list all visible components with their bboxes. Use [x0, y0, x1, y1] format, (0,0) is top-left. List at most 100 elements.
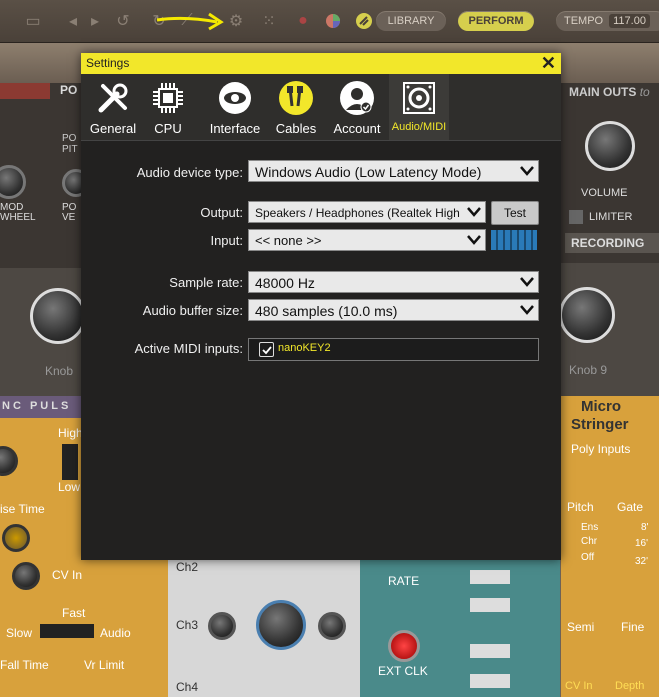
limiter-checkbox[interactable] — [569, 210, 583, 224]
micro-label: Micro — [581, 398, 622, 415]
close-icon[interactable]: ✕ — [541, 53, 556, 74]
clock-switch-2[interactable] — [470, 598, 510, 612]
pulse-jack-a[interactable] — [0, 446, 18, 476]
v16-label: 16' — [635, 538, 649, 549]
tempo-label: TEMPO — [564, 15, 604, 27]
tempo-value[interactable]: 117.00 — [609, 14, 650, 28]
tab-audio-midi[interactable]: Audio/MIDI — [389, 74, 449, 140]
forward-arrow-icon[interactable]: ▸ — [84, 10, 106, 32]
toolbar: ▭ ◂ ▸ ↺ ↻ ⟋ ⚙ ⁙ ● LIBRARY PERFORM TEMPO … — [0, 0, 659, 43]
knob-9[interactable] — [559, 287, 615, 343]
buffer-size-select[interactable]: 480 samples (10.0 ms) — [248, 299, 539, 321]
high-label: High — [58, 426, 83, 440]
ext-clk-label: EXT CLK — [378, 664, 428, 678]
test-button[interactable]: Test — [491, 201, 539, 225]
vr-limit-label: Vr Limit — [84, 658, 125, 672]
output-select[interactable]: Speakers / Headphones (Realtek High Defi… — [248, 201, 486, 223]
chevron-down-icon — [463, 202, 485, 222]
module-knob9: Knob 9 — [559, 263, 659, 396]
depth-label: Depth — [615, 680, 645, 692]
tab-account[interactable]: Account — [329, 74, 385, 140]
clock-switch-1[interactable] — [470, 570, 510, 584]
rack-handle: ▭ — [25, 13, 41, 30]
input-label: Input: — [210, 233, 243, 248]
speed-icon[interactable] — [353, 10, 375, 32]
account-icon — [337, 78, 377, 118]
range-switch[interactable] — [62, 444, 78, 480]
low-label: Low — [58, 480, 81, 494]
annotation-arrow-icon — [156, 12, 224, 31]
fast-label: Fast — [62, 606, 86, 620]
clock-switch-4[interactable] — [470, 674, 510, 688]
sample-rate-select[interactable]: 48000 Hz — [248, 271, 539, 293]
tab-interface[interactable]: Interface — [205, 74, 265, 140]
volume-label: VOLUME — [581, 187, 628, 199]
checkmark-icon — [261, 345, 272, 354]
module-left-top: PO PO PIT MOD WHEEL PO VE — [0, 83, 90, 268]
mod-wheel-jack[interactable] — [0, 165, 26, 199]
perform-button[interactable]: PERFORM — [458, 11, 534, 31]
pitch-label-b: PIT — [62, 144, 78, 155]
audio-label: Audio — [100, 626, 131, 640]
dialog-title: Settings — [86, 56, 130, 70]
nanokey2-label[interactable]: nanoKEY2 — [278, 342, 331, 354]
v8-label: 8' — [641, 522, 649, 533]
tempo-display[interactable]: TEMPO 117.00 — [556, 11, 659, 31]
sample-rate-label: Sample rate: — [169, 275, 243, 290]
back-arrow-icon[interactable]: ◂ — [62, 10, 84, 32]
chevron-down-icon — [516, 272, 538, 292]
ext-clk-button[interactable] — [388, 630, 420, 662]
dialog-title-bar[interactable]: Settings ✕ — [81, 53, 561, 74]
ch3-knob[interactable] — [256, 600, 306, 650]
settings-tabs: General CPU Interface Cables Account Aud… — [81, 74, 561, 141]
audio-device-type-value: Windows Audio (Low Latency Mode) — [255, 164, 482, 180]
tab-general-label: General — [89, 121, 137, 136]
knob-left[interactable] — [30, 288, 86, 344]
rise-time-knob[interactable] — [2, 524, 30, 552]
limiter-label: LIMITER — [589, 211, 633, 223]
tab-cpu[interactable]: CPU — [145, 74, 191, 140]
grid-icon[interactable]: ⁙ — [258, 10, 280, 32]
rise-time-label: ise Time — [0, 502, 45, 516]
semi-label: Semi — [567, 620, 595, 634]
input-select[interactable]: << none >> — [248, 229, 486, 251]
library-button[interactable]: LIBRARY — [376, 11, 446, 31]
record-icon[interactable]: ● — [292, 10, 314, 32]
chevron-down-icon — [463, 230, 485, 250]
tab-audio-midi-label: Audio/MIDI — [391, 121, 447, 133]
main-outs-label: MAIN OUTS to — [569, 85, 650, 99]
ch3-jack[interactable] — [208, 612, 236, 640]
tab-cpu-label: CPU — [154, 121, 182, 136]
midi-inputs-label: Active MIDI inputs: — [134, 341, 243, 356]
module-micro-stringer: Micro Stringer Poly Inputs Pitch Gate En… — [561, 396, 659, 697]
wheel-label: WHEEL — [0, 212, 36, 223]
tab-cables[interactable]: Cables — [271, 74, 321, 140]
pulse-title: NC PULS — [2, 400, 72, 412]
eye-icon — [215, 78, 255, 118]
undo-icon[interactable]: ↺ — [112, 10, 134, 32]
knob9-label: Knob 9 — [569, 363, 608, 377]
nanokey2-checkbox[interactable] — [259, 342, 274, 357]
cables-icon — [276, 78, 316, 118]
tab-general[interactable]: General — [85, 74, 141, 140]
cv-in-jack[interactable] — [12, 562, 40, 590]
clock-switch-3[interactable] — [470, 644, 510, 658]
volume-knob[interactable] — [585, 121, 635, 171]
tab-interface-label: Interface — [209, 121, 261, 136]
color-wheel-icon[interactable] — [322, 10, 344, 32]
fine-label: Fine — [621, 620, 645, 634]
speed-slider[interactable] — [40, 624, 94, 638]
audio-device-type-select[interactable]: Windows Audio (Low Latency Mode) — [248, 160, 539, 182]
sample-rate-value: 48000 Hz — [255, 275, 315, 291]
chr-label: Chr — [581, 536, 598, 547]
poly-inputs-label: Poly Inputs — [571, 442, 631, 456]
ch3-out-jack[interactable] — [318, 612, 346, 640]
rate-label: RATE — [388, 574, 420, 588]
slow-label: Slow — [6, 626, 33, 640]
chevron-down-icon — [516, 161, 538, 181]
cpu-icon — [148, 78, 188, 118]
module-left-top-stripe — [0, 83, 50, 99]
module-mixer: Ch2 Ch3 Ch4 — [168, 560, 360, 697]
pitch-label: Pitch — [567, 500, 594, 514]
ch3-label: Ch3 — [176, 618, 199, 632]
